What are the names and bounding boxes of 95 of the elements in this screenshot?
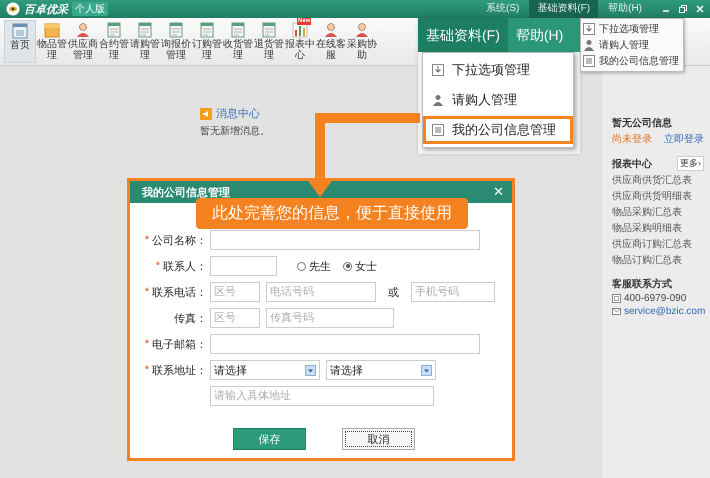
input-field[interactable]: 区号 xyxy=(210,308,260,328)
company-info-title: 暂无公司信息 xyxy=(612,116,673,130)
field-label: 联系地址： xyxy=(152,364,207,378)
radio-label: 女士 xyxy=(355,260,377,274)
toolbar-button[interactable]: 退货管理 xyxy=(254,20,284,63)
toolbar-button[interactable]: 供应商管理 xyxy=(68,20,98,63)
separator-text: 或 xyxy=(388,286,399,300)
message-center-title[interactable]: 消息中心 xyxy=(216,106,260,121)
window-icon xyxy=(12,23,28,39)
chart-icon xyxy=(292,22,308,38)
input-field[interactable] xyxy=(210,230,480,250)
mail-icon xyxy=(612,307,621,316)
menu-item[interactable]: 下拉选项管理 xyxy=(599,22,659,36)
caret-icon xyxy=(305,364,316,376)
cancel-button[interactable]: 取消 xyxy=(342,428,415,450)
menu-item[interactable]: 基础资料(F) xyxy=(529,0,598,18)
input-field[interactable] xyxy=(210,256,277,276)
toolbar-button[interactable]: 合约管理 xyxy=(99,20,129,63)
toolbar-button[interactable]: 采购协助 xyxy=(347,20,377,63)
download-icon xyxy=(583,23,595,35)
download-icon xyxy=(432,64,444,76)
required-mark: * xyxy=(144,364,149,376)
caret-icon xyxy=(421,364,432,376)
report-link[interactable]: 供应商订购汇总表 xyxy=(612,237,708,251)
login-link[interactable]: 立即登录 xyxy=(664,132,704,146)
close-icon xyxy=(696,5,704,13)
toolbar-button[interactable]: 询报价管理 xyxy=(161,20,191,63)
input-field[interactable]: 请输入具体地址 xyxy=(210,386,434,406)
required-mark: * xyxy=(144,338,149,350)
required-mark: * xyxy=(144,234,149,246)
menu-item[interactable]: 帮助(H) xyxy=(600,0,650,18)
email-link[interactable]: service@bzic.com xyxy=(624,306,706,317)
required-mark: * xyxy=(156,260,160,272)
login-status: 尚未登录 xyxy=(612,132,652,146)
reports-title: 报表中心 xyxy=(612,157,652,170)
message-text: 暂无新增消息。 xyxy=(200,124,270,138)
report-link[interactable]: 供应商供货汇总表 xyxy=(612,173,708,187)
person-icon xyxy=(583,39,595,51)
report-link[interactable]: 物品订购汇总表 xyxy=(612,253,708,267)
input-field[interactable]: 电话号码 xyxy=(266,282,376,302)
input-field[interactable] xyxy=(210,334,480,354)
input-field[interactable]: 手机号码 xyxy=(411,282,495,302)
phone-number: 400-6979-090 xyxy=(624,293,686,304)
field-label: 电子邮箱： xyxy=(152,338,207,352)
menu-item[interactable]: 下拉选项管理 xyxy=(423,56,573,84)
menu-item[interactable]: 请购人管理 xyxy=(423,86,573,114)
menu-item[interactable]: 基础资料(F) xyxy=(418,18,508,52)
person-icon xyxy=(432,94,444,106)
toolbar-button[interactable]: 首页 xyxy=(4,20,36,63)
field-label: 传真： xyxy=(174,312,207,326)
dialog-title: 我的公司信息管理 xyxy=(142,186,230,200)
field-label: 联系人： xyxy=(163,260,207,274)
menu-item[interactable]: 系统(S) xyxy=(478,0,528,18)
field-label: 公司名称： xyxy=(152,234,207,248)
document-icon xyxy=(230,22,246,38)
report-link[interactable]: 供应商供货明细表 xyxy=(612,189,708,203)
toolbar-button[interactable]: 物品管理 xyxy=(37,20,67,63)
more-button[interactable]: 更多› xyxy=(677,156,704,171)
contact-title: 客服联系方式 xyxy=(612,277,673,291)
edition-label: 个人版 xyxy=(72,2,108,16)
close-button[interactable]: ✕ xyxy=(493,184,504,200)
document-icon xyxy=(583,55,595,67)
menu-item[interactable]: 我的公司信息管理 xyxy=(423,116,573,144)
box-icon xyxy=(44,22,60,38)
toolbar-button[interactable]: 收货管理 xyxy=(223,20,253,63)
document-icon xyxy=(432,124,444,136)
input-field[interactable]: 传真号码 xyxy=(266,308,394,328)
document-icon xyxy=(168,22,184,38)
report-link[interactable]: 物品采购汇总表 xyxy=(612,205,708,219)
dropdown-field[interactable]: 请选择 xyxy=(326,360,436,380)
report-link[interactable]: 物品采购明细表 xyxy=(612,221,708,235)
person-icon xyxy=(354,22,370,38)
speaker-icon xyxy=(200,108,212,120)
app-logo-text: 百卓优采 xyxy=(24,2,68,16)
input-field[interactable]: 区号 xyxy=(210,282,260,302)
menu-item[interactable]: 我的公司信息管理 xyxy=(599,54,679,68)
document-icon xyxy=(199,22,215,38)
toolbar-button[interactable]: 订购管理 xyxy=(192,20,222,63)
field-label: 联系电话： xyxy=(152,286,207,300)
document-icon xyxy=(137,22,153,38)
person-icon xyxy=(75,22,91,38)
document-icon xyxy=(261,22,277,38)
toolbar-button[interactable]: 在线客服 xyxy=(316,20,346,63)
menu-item[interactable]: 请购人管理 xyxy=(599,38,649,52)
logo-icon xyxy=(6,2,20,16)
dropdown-field[interactable]: 请选择 xyxy=(210,360,320,380)
radio-button[interactable] xyxy=(343,262,352,270)
radio-button[interactable] xyxy=(297,262,306,270)
person-icon xyxy=(323,22,339,38)
restore-icon xyxy=(679,5,687,13)
toolbar-button[interactable]: 请购管理 xyxy=(130,20,160,63)
required-mark: * xyxy=(144,286,149,298)
radio-label: 先生 xyxy=(309,260,331,274)
menu-item[interactable]: 帮助(H) xyxy=(508,18,572,52)
document-icon xyxy=(106,22,122,38)
